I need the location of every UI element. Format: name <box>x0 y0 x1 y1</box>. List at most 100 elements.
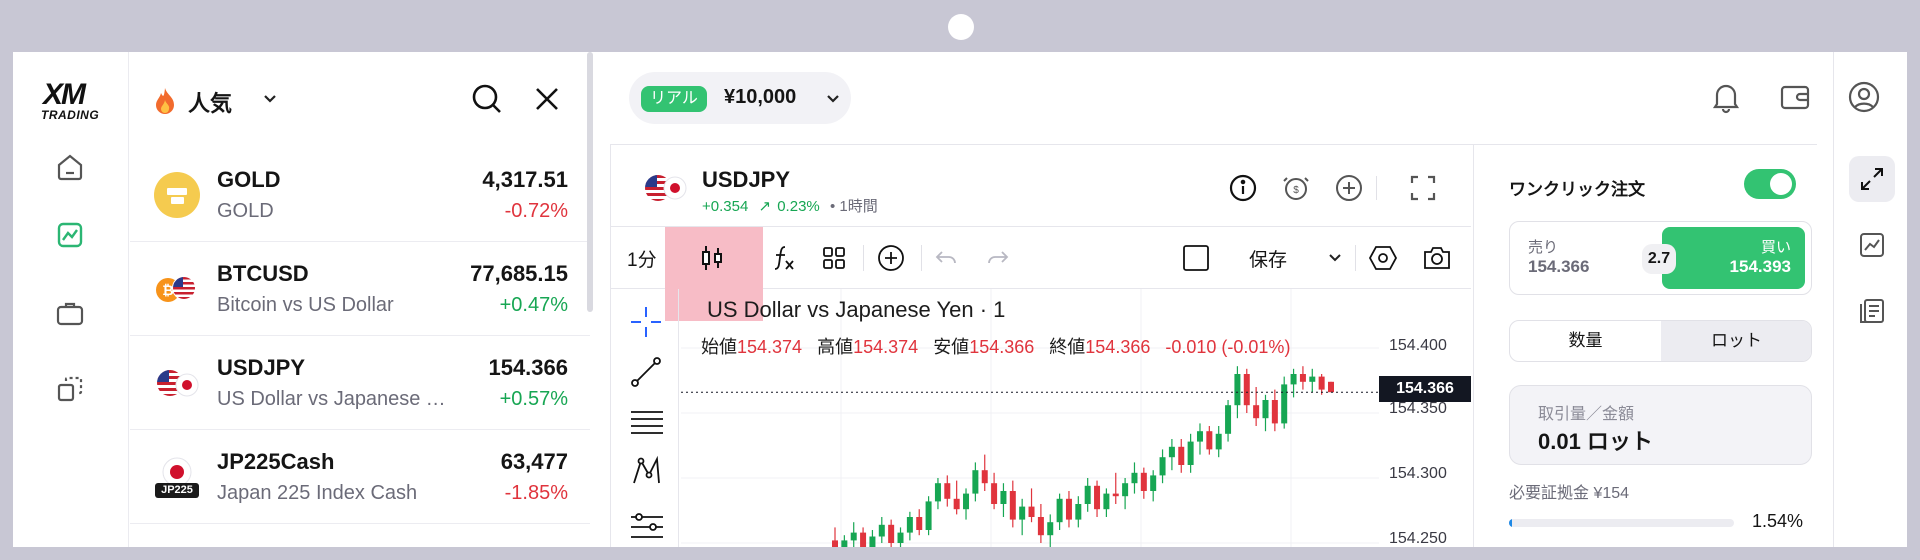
portfolio-icon[interactable] <box>49 292 91 334</box>
candle-body <box>1309 376 1316 382</box>
candle-body <box>878 524 885 537</box>
segment-lot[interactable]: ロット <box>1661 321 1811 361</box>
low-label: 安値 <box>933 337 970 357</box>
candle-body <box>1112 493 1119 497</box>
chart-area: US Dollar vs Japanese Yen · 1 始値154.374 … <box>611 289 1471 547</box>
checkbox-icon[interactable] <box>1181 241 1211 275</box>
candle-body <box>1056 498 1063 523</box>
order-history-icon[interactable] <box>1849 288 1895 334</box>
volume-input[interactable]: 取引量／金額 0.01 ロット <box>1509 385 1812 465</box>
candle-body <box>1271 400 1278 424</box>
y-axis-tick: 154.400 <box>1389 337 1447 354</box>
candle-body <box>1131 472 1138 484</box>
info-icon[interactable] <box>1228 173 1258 208</box>
home-icon[interactable] <box>49 146 91 188</box>
candle-body <box>841 540 848 547</box>
redo-icon[interactable] <box>983 241 1013 275</box>
account-balance: ¥10,000 <box>724 86 797 108</box>
watchlist-scrollbar[interactable] <box>587 52 593 312</box>
left-nav: XM TRADING <box>13 52 129 547</box>
bid-ask-box: 売り 154.366 買い 154.393 2.7 <box>1509 221 1812 295</box>
category-selector[interactable]: 人気 <box>188 86 232 118</box>
watchlist-row-btcusd[interactable]: ₿ BTCUSD Bitcoin vs US Dollar 77,685.15 … <box>130 242 590 336</box>
required-margin: 必要証拠金 ¥154 <box>1509 485 1630 502</box>
row-symbol: GOLD <box>217 167 281 192</box>
row-change: +0.57% <box>499 388 568 410</box>
watchlist-row-usdjpy[interactable]: USDJPY US Dollar vs Japanese Yen 154.366… <box>130 336 590 430</box>
segment-quantity[interactable]: 数量 <box>1510 321 1661 361</box>
toolbar-divider <box>863 245 864 271</box>
add-compare-icon[interactable] <box>875 241 907 275</box>
candle-body <box>1318 376 1325 390</box>
price-alert-icon[interactable]: $ <box>1281 173 1311 208</box>
sell-price: 154.366 <box>1528 257 1590 276</box>
camera-icon[interactable] <box>1421 241 1453 275</box>
candle-body <box>897 532 904 543</box>
row-price: 4,317.51 <box>482 167 568 192</box>
row-price: 77,685.15 <box>470 261 568 286</box>
candle-body <box>972 470 979 494</box>
row-change: +0.47% <box>499 294 568 316</box>
japan-index-icon: JP225 <box>154 454 200 500</box>
candle-body <box>869 536 876 547</box>
settings-hexagon-icon[interactable] <box>1367 241 1399 275</box>
fullscreen-icon[interactable] <box>1408 173 1438 208</box>
candle-body <box>925 501 932 530</box>
row-description: Bitcoin vs US Dollar <box>217 294 394 316</box>
camera-dot <box>948 14 974 40</box>
wallet-icon[interactable] <box>1778 80 1812 119</box>
candle-body <box>888 524 895 543</box>
search-icon[interactable] <box>470 82 504 121</box>
margin-level-bar <box>1509 519 1734 527</box>
open-value: 154.374 <box>737 337 803 357</box>
copy-trading-icon[interactable] <box>49 368 91 410</box>
candlestick-chart[interactable] <box>611 289 1471 547</box>
expand-arrows-icon[interactable] <box>1849 156 1895 202</box>
toolbar-divider <box>921 245 922 271</box>
watchlist-row-gold[interactable]: GOLD GOLD 4,317.51 -0.72% <box>130 148 590 242</box>
interval-selector[interactable]: 1分 <box>627 241 657 275</box>
low-value: 154.366 <box>969 337 1035 357</box>
jp225-badge: JP225 <box>161 484 193 496</box>
chart-nav-icon[interactable] <box>49 214 91 256</box>
chevron-down-icon[interactable] <box>1327 241 1343 275</box>
y-axis-tick: 154.300 <box>1389 465 1447 482</box>
buy-label: 買い <box>1760 239 1791 256</box>
volume-label: 取引量／金額 <box>1538 406 1635 423</box>
change-abs: +0.354 <box>702 198 749 215</box>
bell-icon[interactable] <box>1709 80 1743 119</box>
chart-panel: USDJPY +0.354 ↗ 0.23% • 1時間 $ 1分 保存 US D… <box>610 144 1817 547</box>
candle-body <box>1281 384 1288 424</box>
high-value: 154.374 <box>853 337 919 357</box>
candle-body <box>1196 431 1203 442</box>
candle-body <box>916 517 923 530</box>
account-selector[interactable]: リアル ¥10,000 <box>629 72 851 124</box>
buy-button[interactable]: 買い 154.393 <box>1662 227 1805 289</box>
xm-logo: XM TRADING <box>41 78 100 122</box>
watchlist-row-jp225[interactable]: JP225 JP225Cash Japan 225 Index Cash 63,… <box>130 430 590 524</box>
high-label: 高値 <box>817 337 854 357</box>
candle-body <box>1243 374 1250 406</box>
candle-body <box>953 498 960 510</box>
candlestick-type-icon[interactable] <box>697 241 727 275</box>
row-description: Japan 225 Index Cash <box>217 482 418 504</box>
candle-body <box>1253 405 1260 419</box>
app-screen: XM TRADING 人気 GOLD GOLD 4,317.51 -0.72% … <box>13 52 1907 547</box>
trend-up-icon: ↗ <box>758 198 772 215</box>
chart-trend-icon[interactable] <box>1849 222 1895 268</box>
close-icon[interactable] <box>532 84 562 119</box>
add-icon[interactable] <box>1334 173 1364 208</box>
chevron-down-icon[interactable] <box>262 92 278 110</box>
undo-icon[interactable] <box>931 241 961 275</box>
candle-body <box>1328 381 1334 393</box>
unit-segmented-control: 数量 ロット <box>1509 320 1812 362</box>
indicators-icon[interactable] <box>769 241 799 275</box>
candle-body <box>1000 491 1007 504</box>
device-frame: XM TRADING 人気 GOLD GOLD 4,317.51 -0.72% … <box>0 0 1920 560</box>
sell-button[interactable]: 売り 154.366 <box>1528 236 1589 277</box>
layout-grid-icon[interactable] <box>819 241 849 275</box>
candle-body <box>1084 485 1091 504</box>
one-click-toggle[interactable] <box>1744 169 1796 199</box>
candle-body <box>944 483 951 499</box>
save-button[interactable]: 保存 <box>1249 241 1287 275</box>
